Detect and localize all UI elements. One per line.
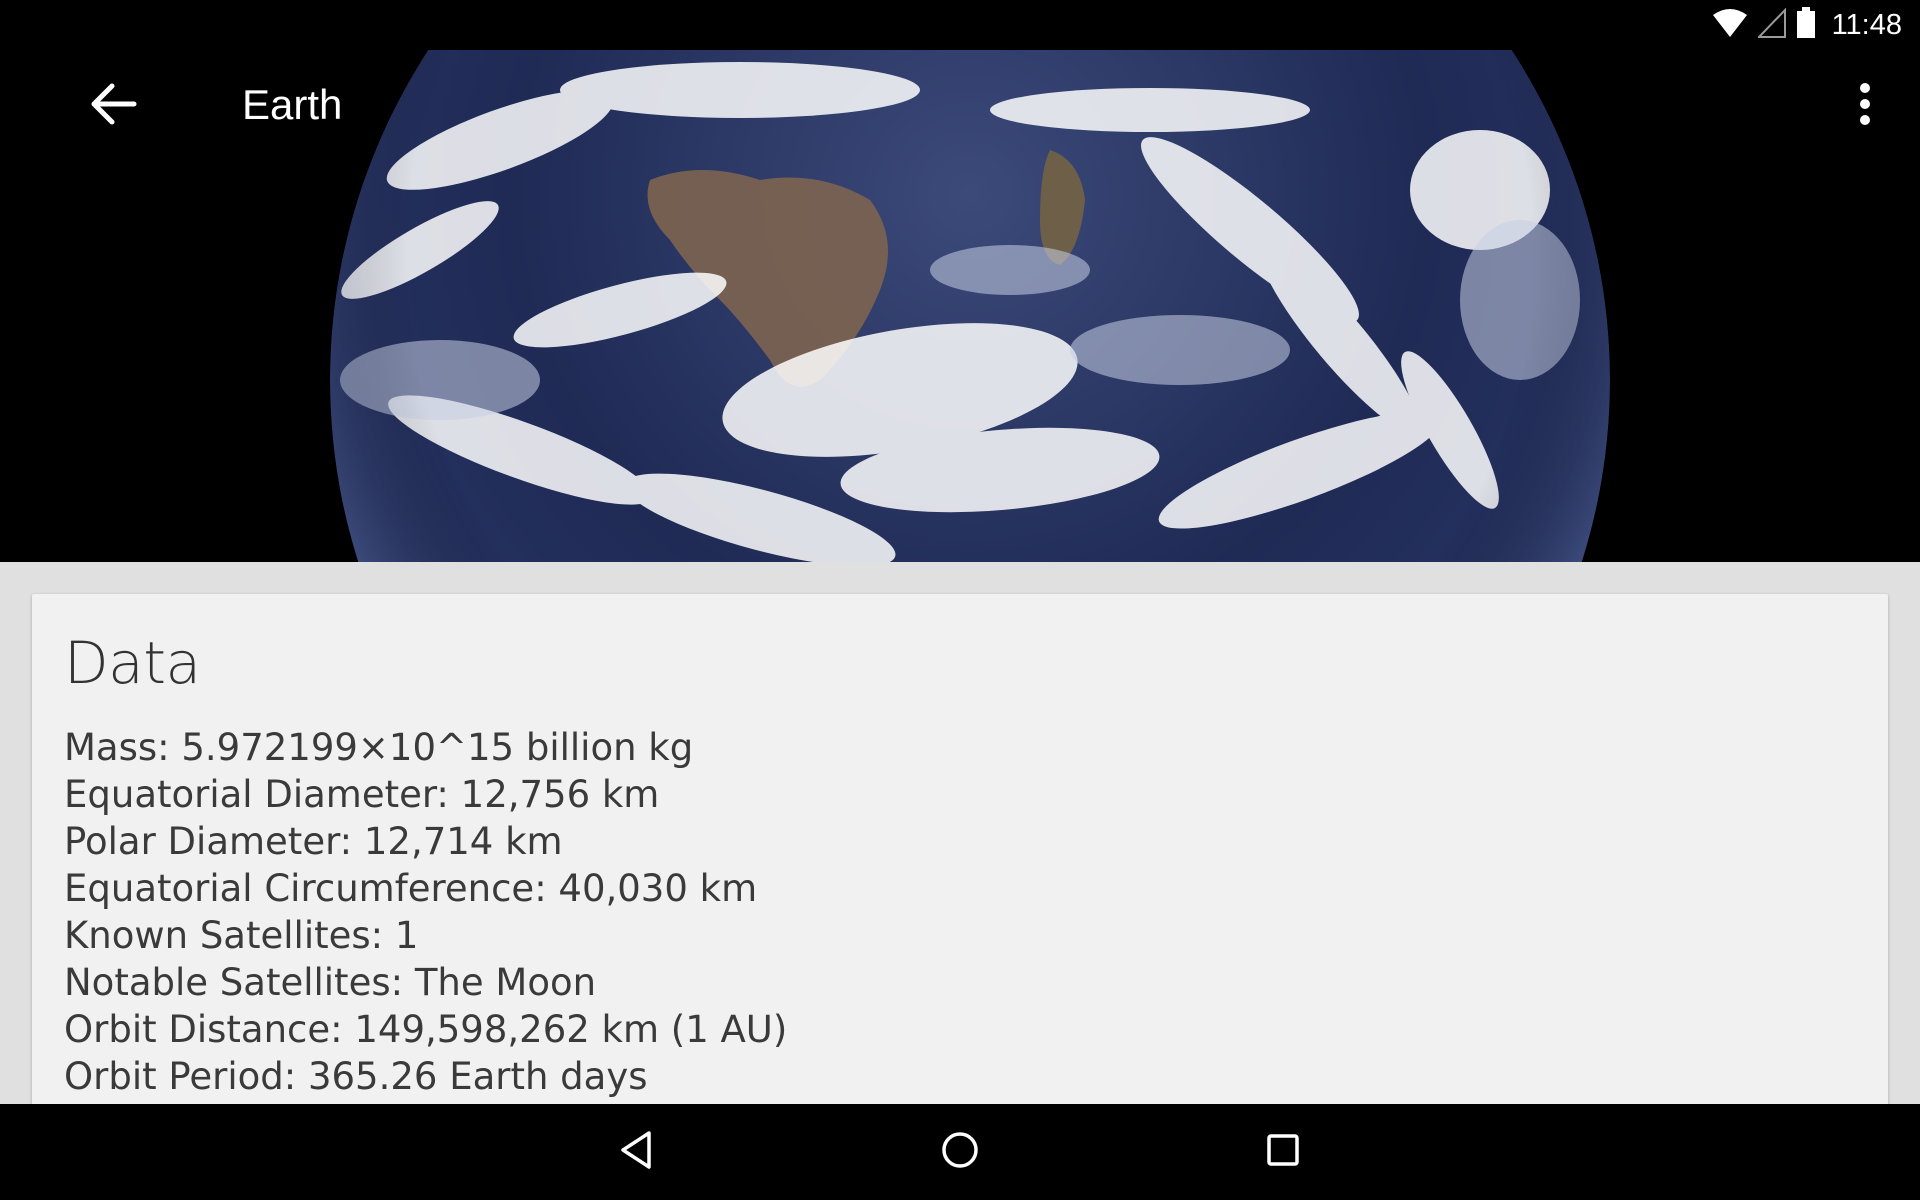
- data-list: Mass: 5.972199×10^15 billion kg Equatori…: [64, 724, 787, 1100]
- nav-recents-icon: [1265, 1132, 1301, 1173]
- nav-home-icon: [940, 1130, 980, 1175]
- toolbar: Earth: [0, 50, 1920, 162]
- data-item-polar-diameter: Polar Diameter: 12,714 km: [64, 820, 563, 863]
- overflow-menu-button[interactable]: [1840, 76, 1890, 136]
- data-item-mass: Mass: 5.972199×10^15 billion kg: [64, 726, 694, 769]
- data-item-equatorial-diameter: Equatorial Diameter: 12,756 km: [64, 773, 660, 816]
- more-vert-icon: [1858, 82, 1872, 131]
- arrow-back-icon: [88, 82, 138, 131]
- data-item-orbit-distance: Orbit Distance: 149,598,262 km (1 AU): [64, 1008, 788, 1051]
- status-icons: 11:48: [1712, 6, 1902, 44]
- app-screen: 11:48 Earth Data Mass: 5.972199×10^15 bi…: [0, 0, 1920, 1200]
- nav-back-icon: [619, 1130, 653, 1175]
- battery-icon: [1796, 6, 1816, 44]
- data-item-equatorial-circumference: Equatorial Circumference: 40,030 km: [64, 867, 758, 910]
- wifi-icon: [1712, 8, 1748, 43]
- cell-signal-icon: [1756, 7, 1786, 43]
- nav-home-button[interactable]: [920, 1122, 1000, 1182]
- toolbar-title: Earth: [242, 81, 343, 128]
- navigation-bar: [0, 1104, 1920, 1200]
- nav-back-button[interactable]: [596, 1122, 676, 1182]
- nav-recents-button[interactable]: [1243, 1122, 1323, 1182]
- data-item-notable-satellites: Notable Satellites: The Moon: [64, 961, 597, 1004]
- data-card: Data Mass: 5.972199×10^15 billion kg Equ…: [32, 594, 1888, 1154]
- status-time: 11:48: [1831, 8, 1902, 41]
- data-item-orbit-period: Orbit Period: 365.26 Earth days: [64, 1055, 648, 1098]
- back-button[interactable]: [80, 76, 146, 136]
- status-bar: 11:48: [0, 0, 1920, 50]
- card-title: Data: [64, 629, 201, 697]
- data-item-known-satellites: Known Satellites: 1: [64, 914, 419, 957]
